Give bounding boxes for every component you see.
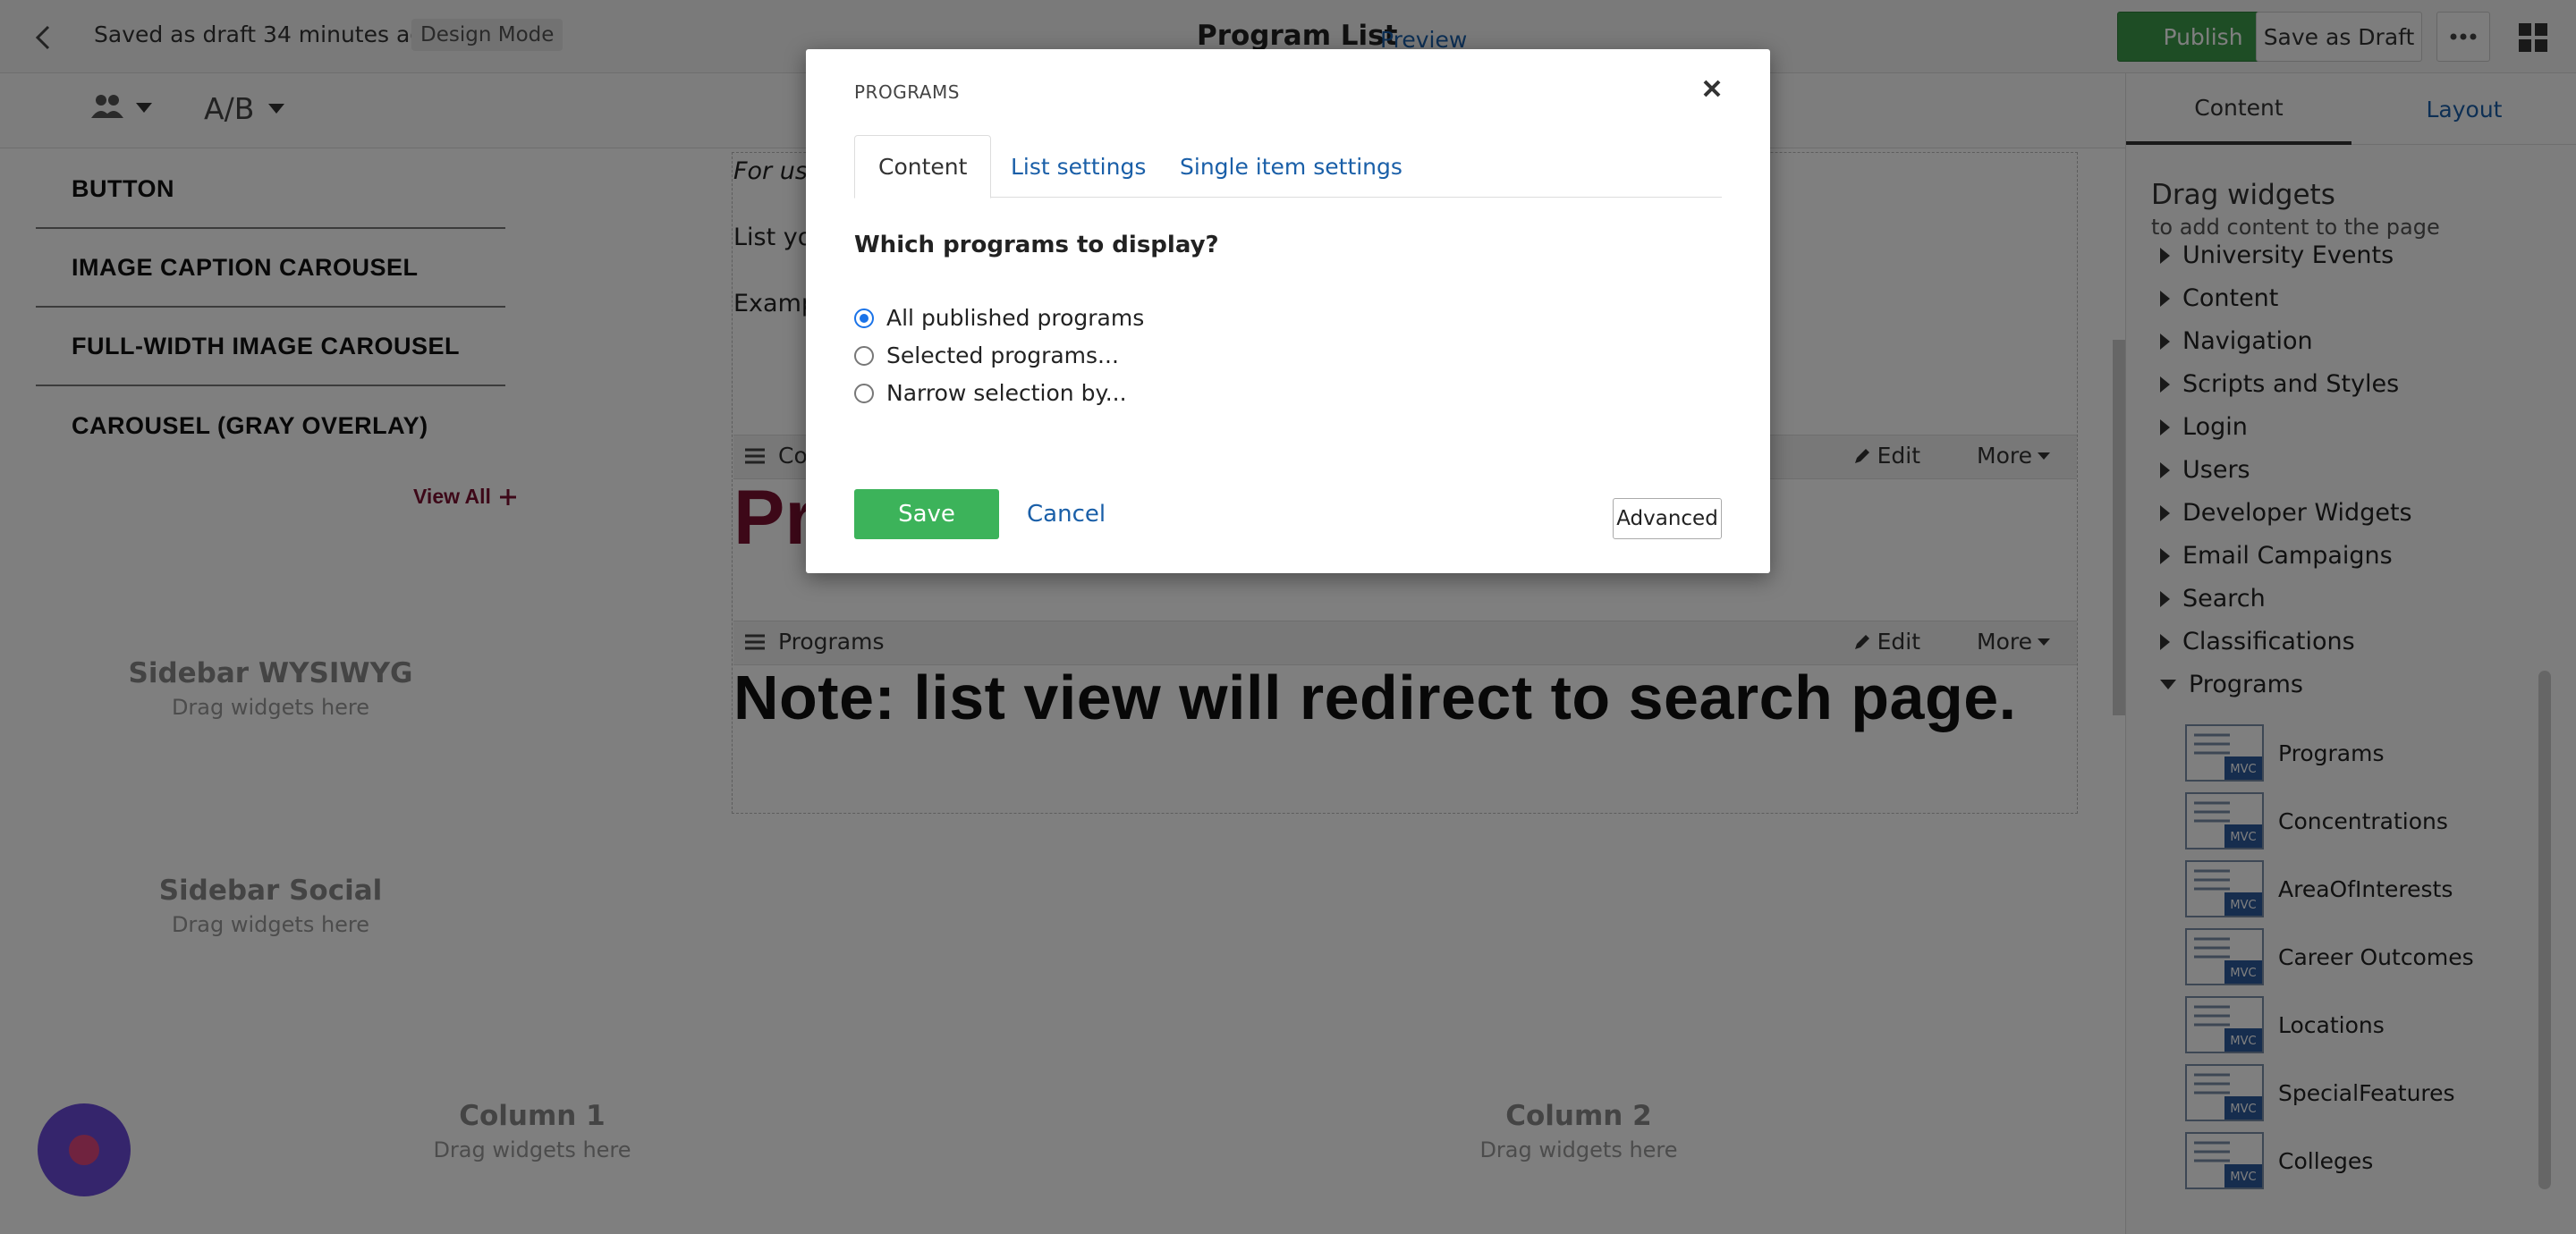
cancel-link[interactable]: Cancel	[1027, 501, 1106, 528]
tab-content[interactable]: Content	[854, 135, 992, 199]
radio-unselected[interactable]	[854, 383, 874, 403]
display-question: Which programs to display?	[854, 232, 1219, 258]
advanced-button[interactable]: Advanced	[1613, 498, 1722, 539]
programs-settings-dialog: PROGRAMS Content List settings Single it…	[806, 49, 1770, 573]
option-label: Narrow selection by...	[886, 380, 1127, 406]
tab-single-item-settings[interactable]: Single item settings	[1180, 135, 1402, 198]
radio-selected[interactable]	[854, 308, 874, 328]
save-button[interactable]: Save	[854, 489, 999, 539]
option-selected-programs[interactable]: Selected programs...	[854, 342, 1119, 368]
dialog-tabs: Content List settings Single item settin…	[854, 135, 1722, 199]
option-label: Selected programs...	[886, 342, 1119, 368]
dialog-title: PROGRAMS	[854, 81, 960, 103]
radio-unselected[interactable]	[854, 345, 874, 366]
option-narrow-selection[interactable]: Narrow selection by...	[854, 380, 1127, 406]
close-icon[interactable]	[1696, 72, 1728, 105]
tab-list-settings[interactable]: List settings	[1011, 135, 1146, 198]
option-all-published[interactable]: All published programs	[854, 305, 1144, 331]
option-label: All published programs	[886, 305, 1145, 331]
